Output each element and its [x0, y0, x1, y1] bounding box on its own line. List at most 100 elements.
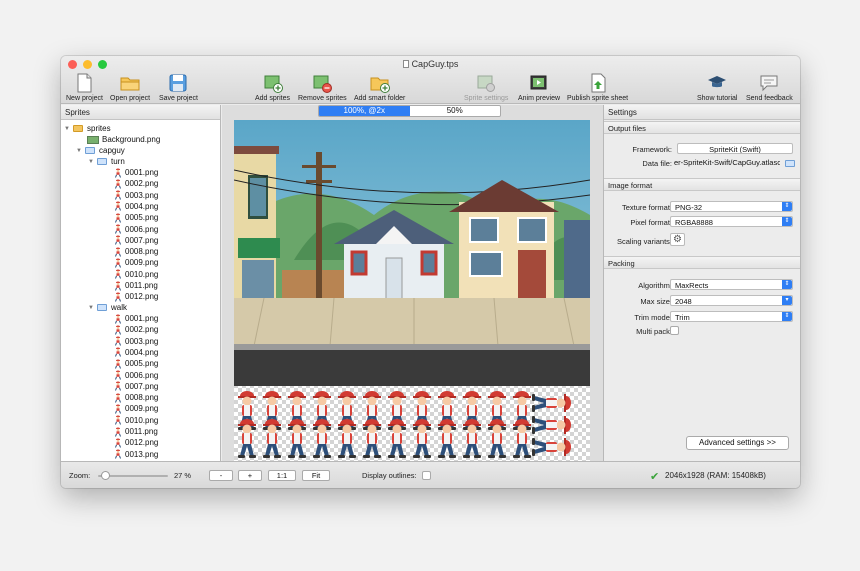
- data-file-label: Data file:: [642, 159, 672, 168]
- tree-item-sprite[interactable]: 0010.png: [114, 269, 158, 280]
- disclosure-triangle-icon[interactable]: ▼: [88, 305, 97, 311]
- tab-zoom-100[interactable]: 100%, @2x: [319, 106, 410, 116]
- multi-pack-checkbox[interactable]: [670, 326, 679, 335]
- tree-item-sprite[interactable]: 0008.png: [114, 246, 158, 257]
- sprite-settings-icon: [477, 75, 496, 92]
- tree-item-sprite[interactable]: 0003.png: [114, 336, 158, 347]
- tree-item-sprite[interactable]: 0004.png: [114, 347, 158, 358]
- sprite-thumbnail-icon: [115, 201, 121, 212]
- algorithm-select[interactable]: MaxRects ⇕: [670, 279, 793, 290]
- tree-item-sprite[interactable]: 0001.png: [114, 313, 158, 324]
- multi-pack-label: Multi pack:: [636, 327, 672, 336]
- scaling-variants-button[interactable]: ⚙: [670, 233, 685, 246]
- tree-item-sprite[interactable]: 0011.png: [114, 426, 158, 437]
- tree-item-sprite[interactable]: 0002.png: [114, 324, 158, 335]
- framework-field[interactable]: SpriteKit (Swift): [677, 143, 793, 154]
- zoom-slider-knob[interactable]: [101, 471, 111, 480]
- sprite-thumbnail-icon: [115, 179, 121, 189]
- status-bar: Zoom: 27 % - + 1:1 Fit Display outlines:…: [61, 461, 800, 488]
- sprite-sheet-image: [234, 120, 590, 461]
- settings-panel-title: Settings: [604, 105, 800, 120]
- new-project-button[interactable]: New project: [66, 73, 103, 102]
- sprite-thumbnail-icon: [115, 336, 121, 346]
- tree-item-sprite[interactable]: 0007.png: [114, 235, 158, 246]
- sprite-thumbnail-icon: [115, 258, 121, 268]
- publish-sprite-sheet-button[interactable]: Publish sprite sheet: [567, 73, 628, 102]
- sprite-sheet-preview: 100%, @2x 50%: [222, 105, 603, 461]
- section-output-files: Output files: [604, 121, 800, 134]
- zoom-in-button[interactable]: +: [238, 470, 262, 481]
- framework-label: Framework:: [632, 145, 672, 154]
- tree-item-sprite[interactable]: 0005.png: [114, 212, 158, 223]
- smart-folder-icon: [85, 147, 95, 154]
- tree-item-sprite[interactable]: 0006.png: [114, 370, 158, 381]
- tree-item-sprite[interactable]: 0012.png: [114, 291, 158, 302]
- tree-item-sprite[interactable]: 0004.png: [114, 201, 158, 212]
- document-icon: [402, 60, 409, 68]
- tree-folder-sprites[interactable]: ▼ sprites: [64, 123, 111, 134]
- disclosure-triangle-icon[interactable]: ▼: [88, 159, 97, 165]
- section-image-format: Image format: [604, 178, 800, 191]
- zoom-out-button[interactable]: -: [209, 470, 233, 481]
- tree-item-sprite[interactable]: 0007.png: [114, 381, 158, 392]
- zoom-actual-size-button[interactable]: 1:1: [268, 470, 296, 481]
- speech-bubble-icon: [760, 75, 778, 92]
- tree-item-sprite[interactable]: 0005.png: [114, 358, 158, 369]
- display-outlines-label: Display outlines:: [362, 471, 417, 480]
- tree-item-sprite[interactable]: 0008.png: [114, 392, 158, 403]
- anim-preview-button[interactable]: Anim preview: [518, 73, 560, 102]
- save-project-button[interactable]: Save project: [159, 73, 198, 102]
- data-file-field[interactable]: er-SpriteKit-Swift/CapGuy.atlasc: [670, 157, 780, 168]
- tree-item-background[interactable]: Background.png: [78, 134, 160, 145]
- disclosure-triangle-icon[interactable]: ▼: [64, 126, 73, 132]
- tree-item-sprite[interactable]: 0009.png: [114, 403, 158, 414]
- add-sprites-button[interactable]: Add sprites: [255, 73, 290, 102]
- chevron-down-icon: ▾: [782, 296, 792, 305]
- sprite-thumbnail-icon: [115, 247, 121, 257]
- tree-item-sprite[interactable]: 0009.png: [114, 257, 158, 268]
- sprite-sheet-canvas[interactable]: [234, 120, 590, 461]
- add-smart-folder-icon: [370, 77, 390, 93]
- sprite-thumbnail-icon: [115, 404, 121, 414]
- tree-item-sprite[interactable]: 0011.png: [114, 280, 158, 291]
- anim-preview-icon: [530, 75, 547, 90]
- zoom-fit-button[interactable]: Fit: [302, 470, 330, 481]
- select-arrows-icon: ⇕: [782, 217, 792, 226]
- tree-item-sprite[interactable]: 0010.png: [114, 415, 158, 426]
- sprites-panel: Sprites ▼ sprites Background.png ▼ capguy …: [61, 105, 221, 461]
- sprite-thumbnail-icon: [115, 359, 121, 369]
- pixel-format-select[interactable]: RGBA8888 ⇕: [670, 216, 793, 227]
- tree-item-sprite[interactable]: 0003.png: [114, 190, 158, 201]
- remove-sprites-button[interactable]: Remove sprites: [298, 73, 347, 102]
- add-smart-folder-button[interactable]: Add smart folder: [354, 73, 405, 102]
- sprite-thumbnail-icon: [115, 190, 121, 200]
- tree-folder-capguy[interactable]: ▼ capguy: [76, 145, 125, 156]
- tree-folder-walk[interactable]: ▼ walk: [88, 302, 127, 313]
- show-tutorial-button[interactable]: Show tutorial: [697, 73, 737, 102]
- open-project-button[interactable]: Open project: [110, 73, 150, 102]
- tree-item-sprite[interactable]: 0006.png: [114, 224, 158, 235]
- tree-item-sprite[interactable]: 0012.png: [114, 437, 158, 448]
- sprite-thumbnail-icon: [115, 427, 121, 437]
- tab-zoom-50[interactable]: 50%: [409, 106, 500, 116]
- tree-item-sprite[interactable]: 0013.png: [114, 449, 158, 460]
- sprite-thumbnail-icon: [115, 314, 121, 324]
- add-sprites-icon: [264, 75, 283, 93]
- sprite-settings-button[interactable]: Sprite settings: [464, 73, 508, 102]
- publish-icon: [591, 73, 606, 93]
- trim-mode-select[interactable]: Trim ⇕: [670, 311, 793, 322]
- window-title: CapGuy.tps: [61, 59, 800, 69]
- tree-folder-turn[interactable]: ▼ turn: [88, 156, 125, 167]
- tree-item-sprite[interactable]: 0002.png: [114, 178, 158, 189]
- texture-format-select[interactable]: PNG-32 ⇕: [670, 201, 793, 212]
- max-size-combo[interactable]: 2048 ▾: [670, 295, 793, 306]
- sprite-thumbnail-icon: [115, 381, 121, 391]
- advanced-settings-button[interactable]: Advanced settings >>: [686, 436, 789, 450]
- browse-folder-icon[interactable]: [785, 160, 795, 167]
- disclosure-triangle-icon[interactable]: ▼: [76, 148, 85, 154]
- select-arrows-icon: ⇕: [782, 312, 792, 321]
- tree-item-sprite[interactable]: 0001.png: [114, 167, 158, 178]
- display-outlines-checkbox[interactable]: [422, 471, 431, 480]
- section-packing: Packing: [604, 256, 800, 269]
- send-feedback-button[interactable]: Send feedback: [746, 73, 793, 102]
